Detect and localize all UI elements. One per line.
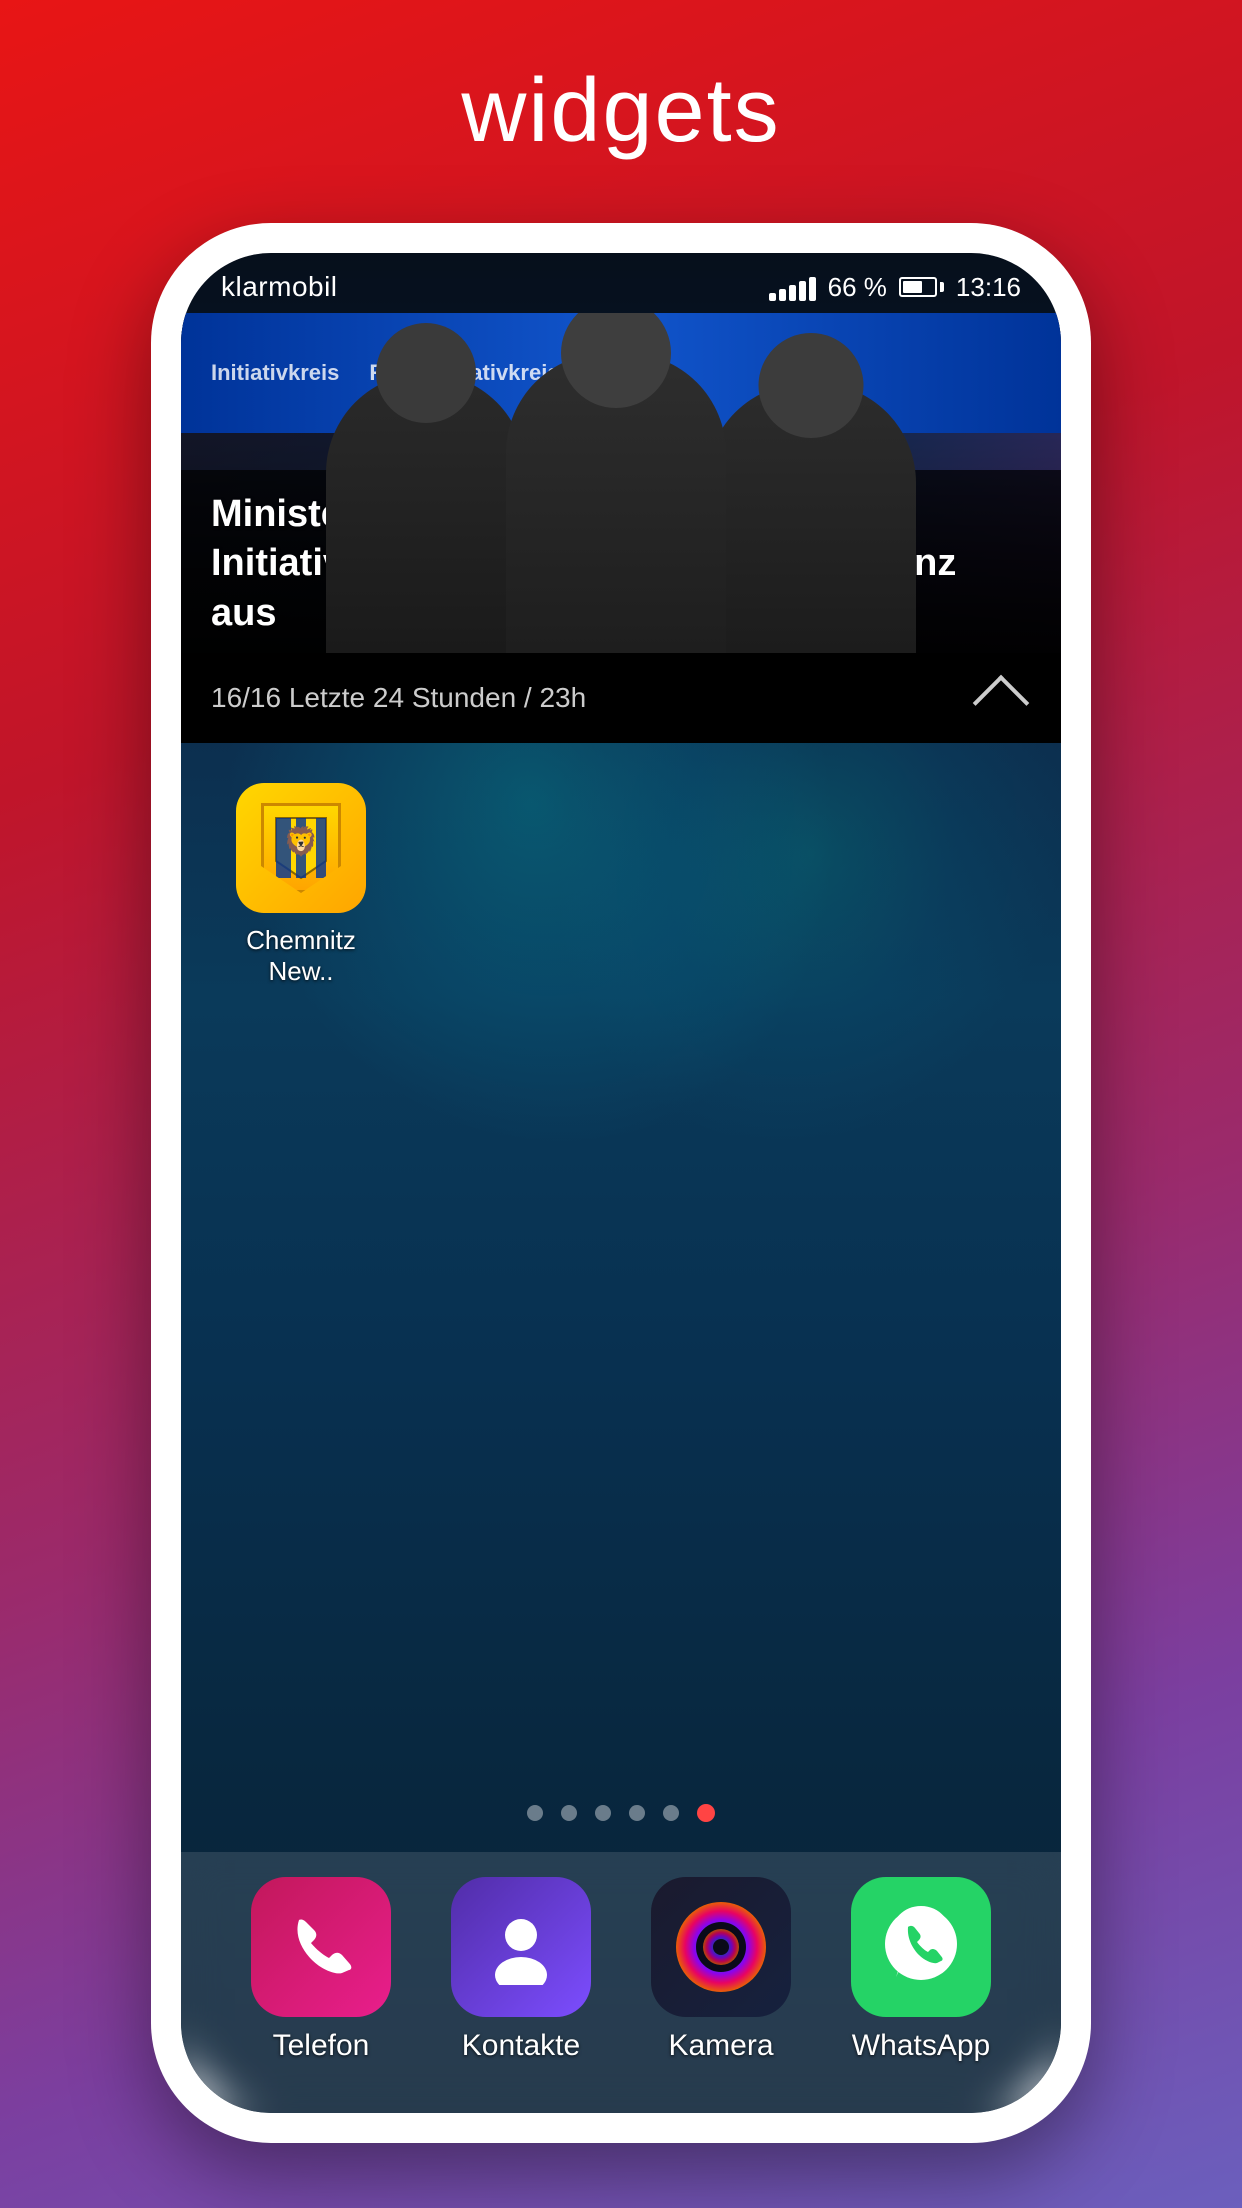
time-label: 13:16: [956, 272, 1021, 303]
person-1: [326, 373, 526, 653]
page-dots: [181, 1774, 1061, 1852]
status-bar: klarmobil 66 % 13:16: [181, 253, 1061, 313]
carrier-label: klarmobil: [221, 271, 338, 303]
chemnitz-app-wrapper[interactable]: 🦁 Chemnitz New..: [221, 783, 381, 987]
phone-call-icon: [284, 1910, 359, 1985]
kamera-icon[interactable]: [651, 1877, 791, 2017]
page-title: widgets: [461, 60, 780, 163]
page-dot-6-active[interactable]: [697, 1804, 715, 1822]
whatsapp-icon[interactable]: [851, 1877, 991, 2017]
signal-bar-4: [799, 281, 806, 301]
battery-percent: 66 %: [828, 272, 887, 303]
page-dot-2[interactable]: [561, 1805, 577, 1821]
status-right: 66 % 13:16: [769, 272, 1021, 303]
telefon-label: Telefon: [273, 2029, 370, 2063]
home-area: 🦁 Chemnitz New..: [181, 743, 1061, 1774]
dock-item-telefon[interactable]: Telefon: [231, 1877, 411, 2063]
kamera-label: Kamera: [668, 2029, 773, 2063]
news-footer: 16/16 Letzte 24 Stunden / 23h: [181, 653, 1061, 743]
kontakte-label: Kontakte: [462, 2029, 580, 2063]
battery-fill: [903, 281, 923, 293]
chevron-up-icon[interactable]: [973, 675, 1030, 732]
signal-bar-2: [779, 289, 786, 301]
phone-screen: klarmobil 66 % 13:16: [181, 253, 1061, 2113]
dock-item-kamera[interactable]: Kamera: [631, 1877, 811, 2063]
page-dot-1[interactable]: [527, 1805, 543, 1821]
news-widget[interactable]: Initiativkreis Ruhr itiativkreis uhr Min…: [181, 313, 1061, 743]
whatsapp-icon-svg: [876, 1902, 966, 1992]
telefon-icon[interactable]: [251, 1877, 391, 2017]
person-2: [506, 353, 726, 653]
signal-icon: [769, 273, 816, 301]
dock-item-whatsapp[interactable]: WhatsApp: [831, 1877, 1011, 2063]
page-dot-3[interactable]: [595, 1805, 611, 1821]
news-image: Initiativkreis Ruhr itiativkreis uhr Min…: [181, 313, 1061, 653]
battery-icon: [899, 277, 944, 297]
battery-body: [899, 277, 937, 297]
chemnitz-app-label: Chemnitz New..: [221, 925, 381, 987]
whatsapp-label: WhatsApp: [852, 2029, 990, 2063]
kontakte-icon[interactable]: [451, 1877, 591, 2017]
signal-bar-1: [769, 293, 776, 301]
page-dot-4[interactable]: [629, 1805, 645, 1821]
person-3: [706, 383, 916, 653]
bottom-dock: Telefon Kontakte: [181, 1852, 1061, 2113]
dock-item-kontakte[interactable]: Kontakte: [431, 1877, 611, 2063]
battery-tip: [940, 282, 944, 292]
news-meta: 16/16 Letzte 24 Stunden / 23h: [211, 682, 586, 714]
camera-icon-svg: [671, 1897, 771, 1997]
signal-bar-5: [809, 277, 816, 301]
page-dot-5[interactable]: [663, 1805, 679, 1821]
chemnitz-shield-svg: 🦁: [271, 813, 331, 883]
phone-frame: klarmobil 66 % 13:16: [151, 223, 1091, 2143]
contacts-icon: [484, 1910, 559, 1985]
svg-text:🦁: 🦁: [284, 825, 319, 858]
chemnitz-app-icon[interactable]: 🦁: [236, 783, 366, 913]
shield-icon: 🦁: [261, 803, 341, 893]
signal-bar-3: [789, 285, 796, 301]
